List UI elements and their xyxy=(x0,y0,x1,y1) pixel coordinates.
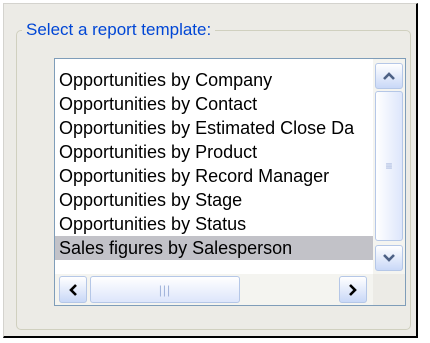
report-template-listbox[interactable]: Opportunities by Company Opportunities b… xyxy=(54,58,406,306)
chevron-down-icon xyxy=(383,254,395,262)
scroll-down-button[interactable] xyxy=(375,245,403,271)
grip-icon: ≡ xyxy=(385,159,393,173)
horizontal-scrollbar[interactable]: ||| xyxy=(55,274,373,305)
list-item[interactable]: Opportunities by Record Manager xyxy=(55,164,373,188)
list-item[interactable]: Opportunities by Status xyxy=(55,212,373,236)
dialog-panel: Select a report template: Opportunities … xyxy=(3,3,418,338)
groupbox-title: Select a report template: xyxy=(22,20,216,40)
grip-icon: ||| xyxy=(158,282,172,297)
list-item[interactable]: Opportunities by Stage xyxy=(55,188,373,212)
chevron-left-icon xyxy=(69,283,77,296)
chevron-right-icon xyxy=(349,283,357,296)
list-item[interactable]: Opportunities by Contact xyxy=(55,92,373,116)
vertical-scrollbar[interactable]: ≡ xyxy=(373,59,405,274)
scrollbar-corner xyxy=(373,274,405,305)
list-item[interactable]: Opportunities by Product xyxy=(55,140,373,164)
scroll-right-button[interactable] xyxy=(339,276,367,303)
chevron-up-icon xyxy=(383,72,395,80)
list-item[interactable]: Opportunities by Estimated Close Da xyxy=(55,116,373,140)
list-items: Opportunities by Company Opportunities b… xyxy=(55,68,373,260)
vertical-scroll-thumb[interactable]: ≡ xyxy=(375,91,403,241)
list-item[interactable]: Opportunities by Company xyxy=(55,68,373,92)
list-item-selected[interactable]: Sales figures by Salesperson xyxy=(55,236,373,260)
scroll-up-button[interactable] xyxy=(375,63,403,89)
horizontal-scroll-thumb[interactable]: ||| xyxy=(90,276,240,303)
scroll-left-button[interactable] xyxy=(59,276,87,303)
